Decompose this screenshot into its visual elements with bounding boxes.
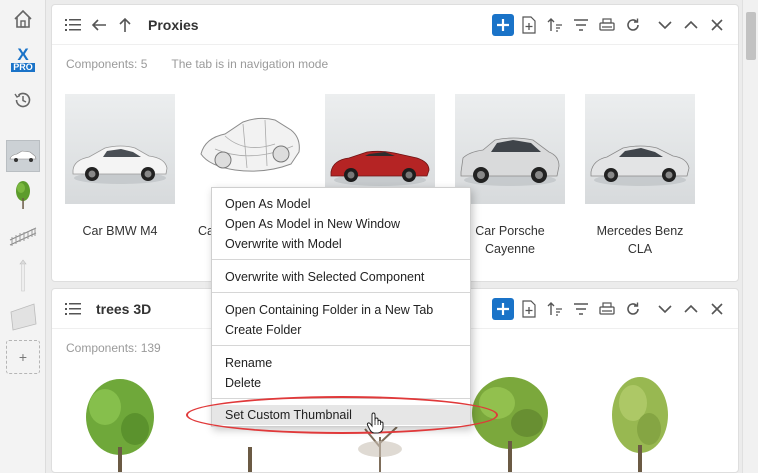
history-icon[interactable] <box>8 85 38 115</box>
menu-item-rename[interactable]: Rename <box>212 353 470 373</box>
menu-separator <box>212 259 470 260</box>
menu-separator <box>212 292 470 293</box>
car-thumbnail <box>65 94 175 204</box>
navigation-mode-note: The tab is in navigation mode <box>171 57 329 71</box>
home-icon[interactable] <box>8 4 38 34</box>
car-thumbnail <box>455 94 565 204</box>
component-item[interactable]: Car BMW M4 <box>65 94 175 240</box>
filter-icon[interactable] <box>570 298 592 320</box>
scrollbar-thumb[interactable] <box>746 12 756 60</box>
panel-title: trees 3D <box>96 300 152 317</box>
new-file-icon[interactable] <box>518 298 540 320</box>
new-file-icon[interactable] <box>518 14 540 36</box>
logo-x: X <box>17 45 29 64</box>
printer-icon[interactable] <box>596 14 618 36</box>
menu-item-overwrite-with-selected[interactable]: Overwrite with Selected Component <box>212 267 470 287</box>
add-component-button[interactable] <box>492 14 514 36</box>
sort-icon[interactable] <box>544 298 566 320</box>
panel-status: Components: 5 The tab is in navigation m… <box>66 57 328 71</box>
tree-thumbnail <box>612 377 668 472</box>
chevron-up-icon[interactable] <box>680 298 702 320</box>
component-item[interactable]: Mercedes Benz CLA <box>585 94 695 258</box>
menu-item-open-as-model-new-window[interactable]: Open As Model in New Window <box>212 214 470 234</box>
back-arrow-icon[interactable] <box>88 14 110 36</box>
close-icon[interactable] <box>706 298 728 320</box>
component-item[interactable] <box>585 377 695 472</box>
menu-item-overwrite-with-model[interactable]: Overwrite with Model <box>212 234 470 254</box>
component-label: Mercedes Benz CLA <box>596 224 684 256</box>
panel-status: Components: 139 <box>66 341 161 355</box>
menu-item-delete[interactable]: Delete <box>212 373 470 393</box>
fence-thumbnail[interactable] <box>8 222 38 252</box>
context-menu: Open As Model Open As Model in New Windo… <box>211 187 471 427</box>
printer-icon[interactable] <box>596 298 618 320</box>
panel-toolbar <box>492 298 728 320</box>
close-icon[interactable] <box>706 14 728 36</box>
refresh-icon[interactable] <box>622 298 644 320</box>
menu-item-open-containing-folder[interactable]: Open Containing Folder in a New Tab <box>212 300 470 320</box>
tree-thumbnail <box>86 379 154 472</box>
chevron-down-icon[interactable] <box>654 14 676 36</box>
proxies-thumbnail[interactable] <box>6 140 40 172</box>
components-count: Components: 5 <box>66 57 148 71</box>
component-label: Car BMW M4 <box>82 224 158 238</box>
pole-thumbnail[interactable] <box>8 259 38 292</box>
add-library-button[interactable]: + <box>6 340 40 374</box>
components-count: Components: 139 <box>66 341 161 355</box>
list-view-icon[interactable] <box>62 298 84 320</box>
component-item[interactable]: Car Porsche Cayenne <box>455 94 565 258</box>
refresh-icon[interactable] <box>622 14 644 36</box>
filter-icon[interactable] <box>570 14 592 36</box>
sort-icon[interactable] <box>544 14 566 36</box>
menu-item-open-as-model[interactable]: Open As Model <box>212 194 470 214</box>
add-component-button[interactable] <box>492 298 514 320</box>
hand-cursor-icon <box>366 412 384 437</box>
library-sidebar: X PRO + <box>0 0 46 473</box>
highlight-annotation-ellipse <box>186 396 498 434</box>
car-thumbnail <box>585 94 695 204</box>
xpro-logo[interactable]: X PRO <box>8 44 38 74</box>
up-arrow-icon[interactable] <box>114 14 136 36</box>
component-label: Car Porsche Cayenne <box>475 224 545 256</box>
tree-thumbnail[interactable] <box>8 180 38 210</box>
chevron-up-icon[interactable] <box>680 14 702 36</box>
component-item[interactable] <box>65 377 175 472</box>
menu-item-create-folder[interactable]: Create Folder <box>212 320 470 340</box>
panel-thumbnail[interactable] <box>8 302 38 332</box>
panel-toolbar <box>492 14 728 36</box>
vertical-scrollbar[interactable] <box>742 0 758 473</box>
list-view-icon[interactable] <box>62 14 84 36</box>
menu-separator <box>212 345 470 346</box>
logo-pro: PRO <box>11 62 35 72</box>
chevron-down-icon[interactable] <box>654 298 676 320</box>
panel-title: Proxies <box>148 16 199 33</box>
